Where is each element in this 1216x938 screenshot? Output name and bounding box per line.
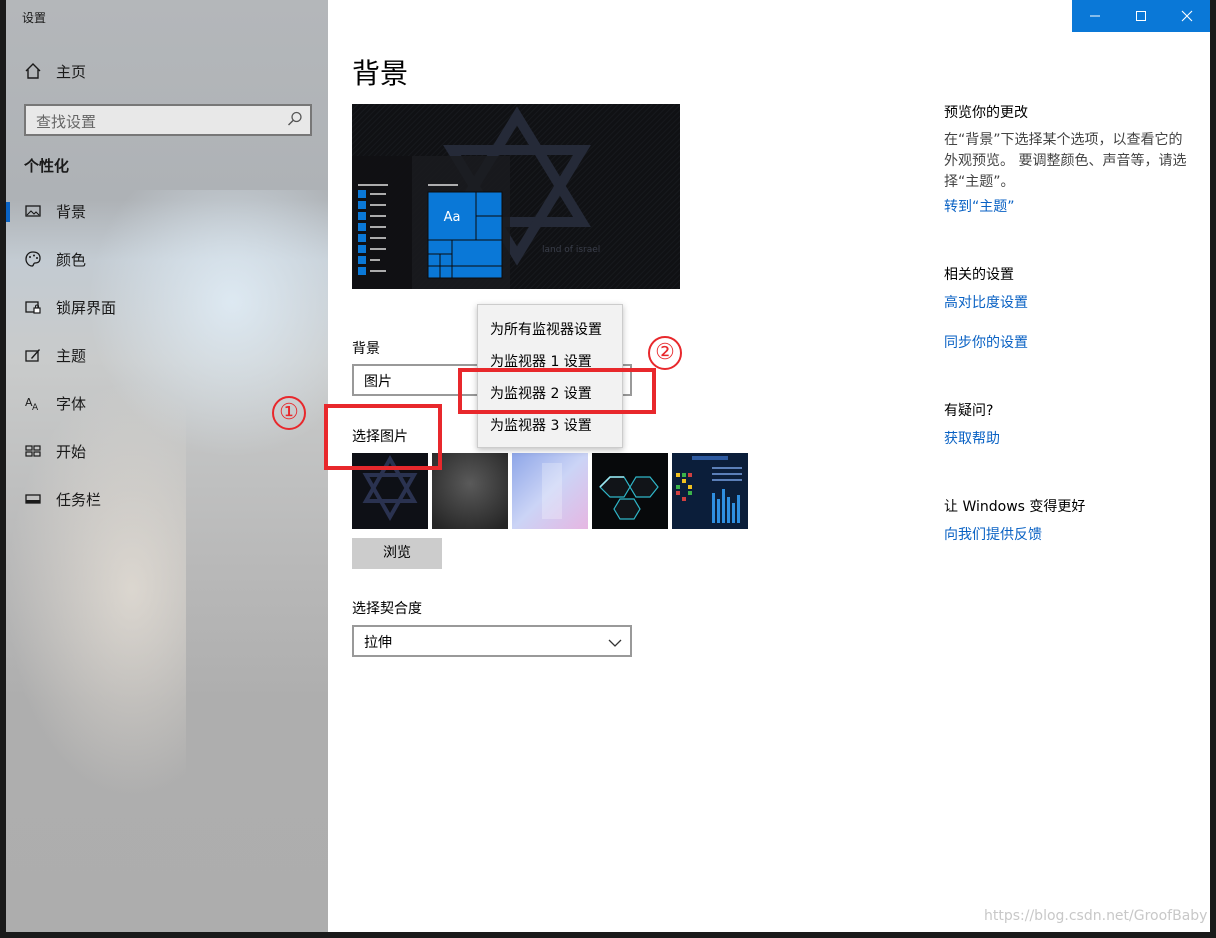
preview-description: 在“背景”下选择某个选项，以查看它的外观预览。 要调整颜色、声音等，请选择“主题… xyxy=(944,132,1187,190)
sidebar-item-taskbar[interactable]: 任务栏 xyxy=(6,478,328,522)
preview-heading: 预览你的更改 xyxy=(944,105,1028,121)
help-heading: 有疑问? xyxy=(944,403,994,419)
background-preview: Aa land of israel xyxy=(352,104,680,289)
sidebar-item-start[interactable]: 开始 xyxy=(6,430,328,474)
fit-label: 选择契合度 xyxy=(352,601,422,617)
sidebar-item-label: 主页 xyxy=(56,63,87,81)
menu-item-all-monitors[interactable]: 为所有监视器设置 xyxy=(490,319,602,339)
page-title: 背景 xyxy=(352,57,409,90)
theme-icon xyxy=(24,346,42,364)
window-controls xyxy=(1072,0,1210,32)
sidebar-item-background[interactable]: 背景 xyxy=(6,190,328,234)
home-icon xyxy=(24,62,42,80)
menu-item-monitor-3[interactable]: 为监视器 3 设置 xyxy=(490,415,592,435)
svg-text:A: A xyxy=(32,403,39,412)
sidebar-item-label: 开始 xyxy=(56,443,87,461)
palette-icon xyxy=(24,250,42,268)
sidebar-item-label: 颜色 xyxy=(56,251,87,269)
sidebar-item-colors[interactable]: 颜色 xyxy=(6,238,328,282)
main-content: 背景 Aa land of israel 背景 图片 选择图片 浏览 选择契合度… xyxy=(272,0,1210,932)
related-settings-heading: 相关的设置 xyxy=(944,267,1014,283)
annotation-box-1 xyxy=(324,404,442,470)
search-icon[interactable] xyxy=(286,110,304,128)
active-indicator xyxy=(6,202,10,222)
sidebar-item-lock-screen[interactable]: 锁屏界面 xyxy=(6,286,328,330)
dropdown-value: 图片 xyxy=(364,374,392,390)
section-heading: 个性化 xyxy=(24,157,70,175)
lock-screen-icon xyxy=(24,298,42,316)
sidebar-item-label: 主题 xyxy=(56,347,87,365)
sidebar: 设置 主页 查找设置 个性化 背景 颜色 锁屏界面 主题 AA 字体 开始 任务… xyxy=(6,0,328,932)
app-title: 设置 xyxy=(22,11,47,25)
image-icon xyxy=(24,202,42,220)
start-icon xyxy=(24,442,42,460)
sidebar-item-label: 任务栏 xyxy=(56,491,102,509)
get-help-link[interactable]: 获取帮助 xyxy=(944,428,1000,448)
minimize-button[interactable] xyxy=(1072,0,1118,32)
annotation-marker-2: ② xyxy=(648,336,682,370)
wallpaper-thumbnail[interactable] xyxy=(592,453,668,529)
search-placeholder: 查找设置 xyxy=(36,113,97,131)
wallpaper-text: land of israel xyxy=(542,245,600,255)
search-input[interactable]: 查找设置 xyxy=(24,104,312,136)
browse-button[interactable]: 浏览 xyxy=(352,538,442,569)
fit-dropdown[interactable]: 拉伸 xyxy=(352,625,632,657)
maximize-button[interactable] xyxy=(1118,0,1164,32)
wallpaper-thumbnail[interactable] xyxy=(512,453,588,529)
improve-heading: 让 Windows 变得更好 xyxy=(944,499,1086,515)
watermark: https://blog.csdn.net/GroofBaby xyxy=(984,908,1208,924)
chevron-down-icon xyxy=(608,635,622,649)
high-contrast-link[interactable]: 高对比度设置 xyxy=(944,292,1028,312)
settings-window: 设置 主页 查找设置 个性化 背景 颜色 锁屏界面 主题 AA 字体 开始 任务… xyxy=(6,0,1210,932)
annotation-box-2 xyxy=(458,368,656,414)
taskbar-icon xyxy=(24,490,42,508)
font-icon: AA xyxy=(24,394,42,413)
sidebar-item-home[interactable]: 主页 xyxy=(6,50,328,94)
dropdown-value: 拉伸 xyxy=(364,635,392,651)
sidebar-item-label: 锁屏界面 xyxy=(56,299,117,317)
wallpaper-thumbnail[interactable] xyxy=(432,453,508,529)
tile-text: Aa xyxy=(444,210,461,225)
close-button[interactable] xyxy=(1164,0,1210,32)
annotation-marker-1: ① xyxy=(272,396,306,430)
feedback-link[interactable]: 向我们提供反馈 xyxy=(944,524,1042,544)
background-label: 背景 xyxy=(352,341,380,357)
sidebar-item-label: 字体 xyxy=(56,395,87,413)
sidebar-item-label: 背景 xyxy=(56,203,87,221)
wallpaper-thumbnail[interactable] xyxy=(672,453,748,529)
sync-settings-link[interactable]: 同步你的设置 xyxy=(944,332,1028,352)
sidebar-item-themes[interactable]: 主题 xyxy=(6,334,328,378)
go-to-themes-link[interactable]: 转到“主题” xyxy=(944,196,1015,216)
